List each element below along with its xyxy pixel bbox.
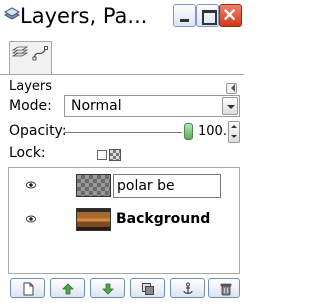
tab-layers[interactable] [9,41,52,74]
window-title: Layers, Pa... [20,4,148,28]
layer-name-input[interactable]: polar be [113,174,221,198]
new-layer-button[interactable] [10,278,45,298]
panel-title: Layers [9,79,53,94]
paths-tab-icon[interactable] [32,45,48,61]
close-button[interactable] [219,4,242,27]
eye-icon[interactable] [26,181,36,189]
layer-name[interactable]: Background [116,211,210,227]
mode-value: Normal [71,98,122,114]
tab-divider [0,74,244,75]
opacity-value-field[interactable]: 100.0 [198,122,235,142]
duplicate-layer-button[interactable] [130,278,165,298]
layers-list[interactable]: polar be Background [8,167,240,274]
raise-layer-icon [62,283,74,295]
lock-alpha-icon [109,149,121,161]
mode-dropdown[interactable]: Normal [64,95,240,117]
mode-label: Mode: [9,98,52,114]
layer-thumbnail [76,174,111,197]
lock-label: Lock: [9,145,46,161]
chain-link-toggle[interactable] [48,207,72,232]
layer-row[interactable]: polar be [10,169,239,203]
close-icon [224,9,235,20]
opacity-slider-fill [64,132,182,133]
tab-menu-icon[interactable] [226,83,237,94]
eye-icon[interactable] [26,215,36,223]
lock-alpha-checkbox[interactable] [97,150,107,160]
title-bar[interactable]: Layers, Pa... [0,0,244,33]
chevron-down-icon[interactable] [222,97,238,115]
delete-layer-icon [220,283,232,296]
delete-layer-button[interactable] [208,278,240,298]
layers-tab-icon [12,46,28,57]
opacity-label: Opacity: [9,123,67,139]
chain-link-toggle[interactable] [48,173,72,198]
maximize-button[interactable] [196,4,219,27]
anchor-layer-button[interactable] [170,278,205,298]
duplicate-layer-icon [142,283,154,295]
opacity-spin-button[interactable] [228,121,240,143]
lower-layer-icon [102,283,114,295]
new-layer-icon [23,282,34,296]
opacity-slider-handle[interactable] [184,123,193,140]
raise-layer-button[interactable] [50,278,85,298]
minimize-button[interactable] [173,4,196,27]
lower-layer-button[interactable] [90,278,125,298]
opacity-slider-track[interactable] [64,132,182,133]
layer-row[interactable]: Background [10,203,239,237]
anchor-layer-icon [183,282,193,294]
gimp-layers-icon [3,7,21,20]
layers-toolbar [8,278,240,300]
layer-thumbnail [76,208,111,231]
